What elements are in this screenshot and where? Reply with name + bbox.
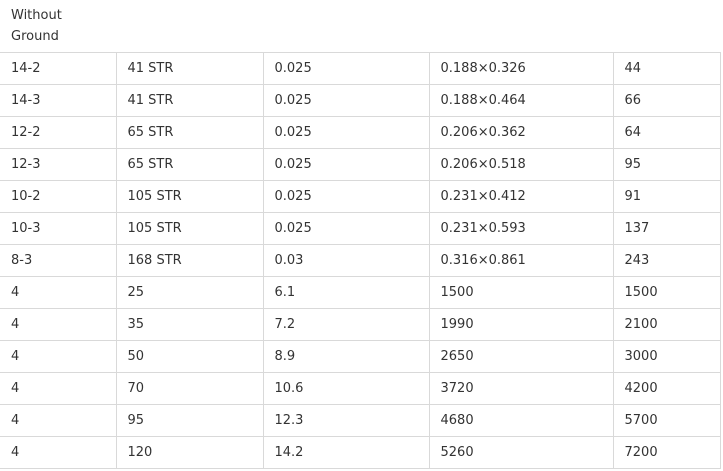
table-cell: 66 xyxy=(612,84,721,117)
table-row: 14-3 41 STR 0.025 0.188×0.464 66 xyxy=(0,84,721,117)
table-cell: 4 xyxy=(0,404,116,437)
table-row: 4 50 8.9 2650 3000 xyxy=(0,340,721,373)
table-cell: 0.025 xyxy=(262,84,429,117)
header-cell-empty xyxy=(116,0,263,53)
header-cell-without-ground: Without Ground xyxy=(11,8,62,44)
table-row: 12-3 65 STR 0.025 0.206×0.518 95 xyxy=(0,148,721,181)
table-row: 10-3 105 STR 0.025 0.231×0.593 137 xyxy=(0,212,721,245)
header-cell-empty xyxy=(263,0,429,53)
table-cell: 64 xyxy=(612,116,721,149)
table-cell: 1500 xyxy=(428,276,613,309)
table-cell: 14-2 xyxy=(0,52,116,85)
table-cell: 5700 xyxy=(612,404,721,437)
table-cell: 4680 xyxy=(428,404,613,437)
table-cell: 10-3 xyxy=(0,212,116,245)
table-row: 12-2 65 STR 0.025 0.206×0.362 64 xyxy=(0,116,721,149)
header-cell-empty xyxy=(613,0,720,53)
table-row: 8-3 168 STR 0.03 0.316×0.861 243 xyxy=(0,244,721,277)
cable-table-container: Without Ground 14-2 41 STR 0.025 0.188×0.32… xyxy=(0,0,721,469)
table-cell: 3720 xyxy=(428,372,613,405)
table-cell: 1990 xyxy=(428,308,613,341)
table-row: 4 25 6.1 1500 1500 xyxy=(0,276,721,309)
table-cell: 95 xyxy=(115,404,263,437)
table-cell: 12-2 xyxy=(0,116,116,149)
table-cell: 3000 xyxy=(612,340,721,373)
table-cell: 5260 xyxy=(428,436,613,469)
table-row: 4 70 10.6 3720 4200 xyxy=(0,372,721,405)
table-cell: 7200 xyxy=(612,436,721,469)
table-cell: 10.6 xyxy=(262,372,429,405)
table-cell: 25 xyxy=(115,276,263,309)
table-cell: 105 STR xyxy=(115,180,263,213)
table-cell: 10-2 xyxy=(0,180,116,213)
table-cell: 0.206×0.518 xyxy=(428,148,613,181)
header-cell-empty xyxy=(429,0,613,53)
table-cell: 4 xyxy=(0,436,116,469)
table-cell: 14.2 xyxy=(262,436,429,469)
table-cell: 2100 xyxy=(612,308,721,341)
table-cell: 41 STR xyxy=(115,84,263,117)
table-cell: 168 STR xyxy=(115,244,263,277)
table-cell: 0.231×0.412 xyxy=(428,180,613,213)
table-cell: 105 STR xyxy=(115,212,263,245)
table-cell: 137 xyxy=(612,212,721,245)
table-cell: 0.316×0.861 xyxy=(428,244,613,277)
table-cell: 65 STR xyxy=(115,116,263,149)
table-cell: 65 STR xyxy=(115,148,263,181)
table-cell: 0.025 xyxy=(262,212,429,245)
table-cell: 1500 xyxy=(612,276,721,309)
table-cell: 0.206×0.362 xyxy=(428,116,613,149)
table-cell: 4 xyxy=(0,308,116,341)
table-row: 4 35 7.2 1990 2100 xyxy=(0,308,721,341)
table-row: 14-2 41 STR 0.025 0.188×0.326 44 xyxy=(0,52,721,85)
table-cell: 12-3 xyxy=(0,148,116,181)
table-header-row: Without Ground xyxy=(0,0,720,53)
table-cell: 0.025 xyxy=(262,116,429,149)
table-cell: 0.025 xyxy=(262,180,429,213)
table-row: 4 120 14.2 5260 7200 xyxy=(0,436,721,469)
table-cell: 4 xyxy=(0,276,116,309)
table-cell: 0.188×0.464 xyxy=(428,84,613,117)
table-row: 10-2 105 STR 0.025 0.231×0.412 91 xyxy=(0,180,721,213)
table-cell: 95 xyxy=(612,148,721,181)
table-cell: 91 xyxy=(612,180,721,213)
table-cell: 70 xyxy=(115,372,263,405)
cable-spec-table: Without Ground 14-2 41 STR 0.025 0.188×0.32… xyxy=(0,0,721,469)
table-cell: 50 xyxy=(115,340,263,373)
table-cell: 0.231×0.593 xyxy=(428,212,613,245)
table-cell: 14-3 xyxy=(0,84,116,117)
table-cell: 7.2 xyxy=(262,308,429,341)
table-cell: 0.03 xyxy=(262,244,429,277)
table-cell: 4200 xyxy=(612,372,721,405)
table-cell: 0.025 xyxy=(262,148,429,181)
table-row: 4 95 12.3 4680 5700 xyxy=(0,404,721,437)
table-cell: 2650 xyxy=(428,340,613,373)
table-cell: 44 xyxy=(612,52,721,85)
table-cell: 120 xyxy=(115,436,263,469)
table-cell: 12.3 xyxy=(262,404,429,437)
table-cell: 243 xyxy=(612,244,721,277)
table-cell: 8-3 xyxy=(0,244,116,277)
table-cell: 8.9 xyxy=(262,340,429,373)
table-cell: 35 xyxy=(115,308,263,341)
table-cell: 4 xyxy=(0,340,116,373)
table-cell: 0.025 xyxy=(262,52,429,85)
table-cell: 41 STR xyxy=(115,52,263,85)
table-cell: 0.188×0.326 xyxy=(428,52,613,85)
table-cell: 4 xyxy=(0,372,116,405)
table-cell: 6.1 xyxy=(262,276,429,309)
